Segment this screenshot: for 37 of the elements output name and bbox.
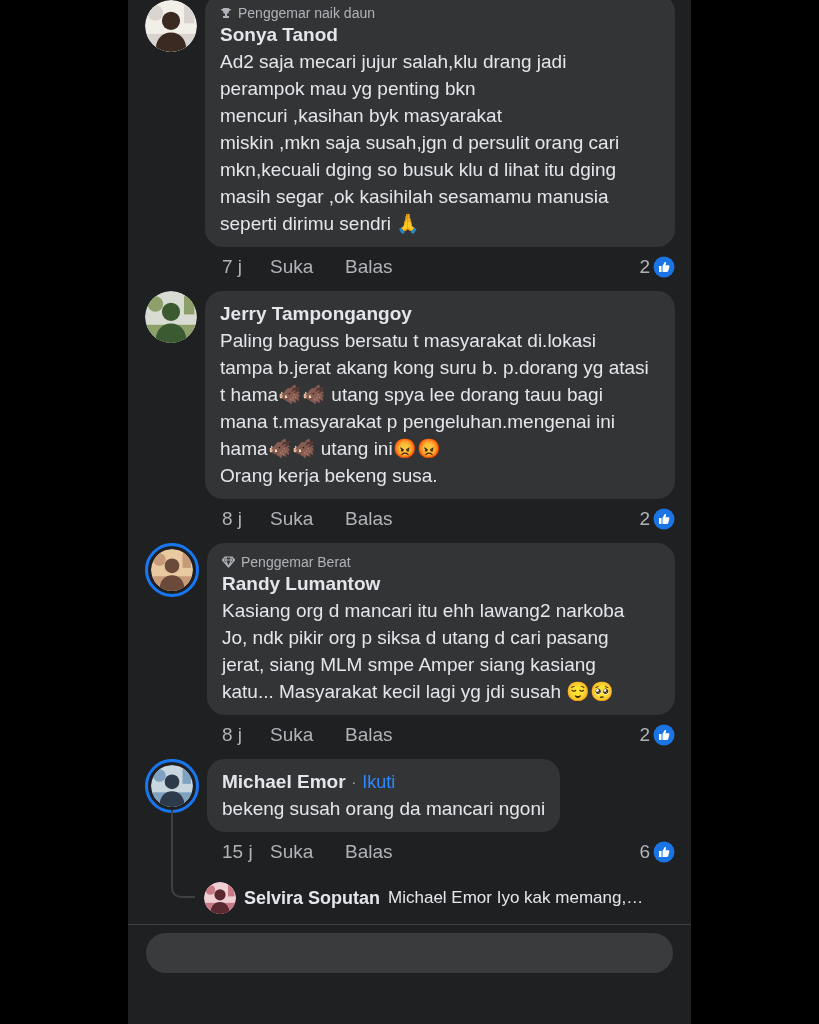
comment-field[interactable] <box>146 933 673 973</box>
like-icon <box>653 841 675 863</box>
comment-text: bekeng susah orang da mancari ngoni <box>222 797 546 821</box>
like-icon <box>653 256 675 278</box>
like-button[interactable]: Suka <box>270 837 345 867</box>
like-button[interactable]: Suka <box>270 252 345 282</box>
reply-author[interactable]: Selvira Soputan <box>244 884 381 912</box>
separator-dot: · <box>351 772 357 792</box>
comment-time: 8 j <box>222 722 244 747</box>
trophy-icon <box>220 6 232 20</box>
like-button[interactable]: Suka <box>270 720 345 750</box>
reply-button[interactable]: Balas <box>345 504 393 534</box>
fan-label: Penggemar Berat <box>241 552 351 572</box>
author-name[interactable]: Randy Lumantow <box>222 569 381 599</box>
fan-label: Penggemar naik daun <box>238 3 375 23</box>
comment-time: 7 j <box>222 254 244 279</box>
author-name[interactable]: Sonya Tanod <box>220 20 338 50</box>
reply-button[interactable]: Balas <box>345 252 393 282</box>
author-name[interactable]: Michael Emor <box>222 767 346 797</box>
diamond-icon <box>222 556 235 568</box>
like-icon <box>653 724 675 746</box>
like-icon <box>653 508 675 530</box>
comment-time: 8 j <box>222 506 244 531</box>
author-name[interactable]: Jerry Tampongangoy <box>220 299 412 329</box>
like-button[interactable]: Suka <box>270 504 345 534</box>
like-count: 2 <box>639 506 650 531</box>
comment-text: Paling baguss bersatu t masyarakat di.lokasi tampa b.jerat akang kong suru b. p.dorang yg atasi t hama🐗🐗 utang spya lee dorang tauu bagi mana t.masyarakat p pengeluhan.mengenai ini hama🐗🐗 utang ini😡😡 Orang kerja bekeng susa. <box>220 329 650 488</box>
like-count: 2 <box>639 722 650 747</box>
comment-text: Ad2 saja mecari jujur salah,klu drang jadi perampok mau yg penting bkn mencuri ,kasihan byk masyarakat miskin ,mkn saja susah,jgn d persulit orang cari mkn,kecuali dging so busuk klu d lihat itu dging masih segar ,ok kasihilah sesamamu manusia seperti dirimu sendri 🙏 <box>220 50 621 236</box>
like-count: 6 <box>639 839 650 864</box>
comment-text: Kasiang org d mancari itu ehh lawang2 narkoba Jo, ndk pikir org p siksa d utang d cari pasang jerat, siang MLM smpe Amper siang kasiang katu... Masyarakat kecil lagi yg jdi susah 😌🥺 <box>222 599 626 704</box>
reply-button[interactable]: Balas <box>345 837 393 867</box>
reply-preview-text: Michael Emor Iyo kak memang,… <box>388 887 644 910</box>
follow-link[interactable]: Ikuti <box>362 768 396 796</box>
reply-button[interactable]: Balas <box>345 720 393 750</box>
comment-time: 15 j <box>222 839 254 864</box>
like-count: 2 <box>639 254 650 279</box>
